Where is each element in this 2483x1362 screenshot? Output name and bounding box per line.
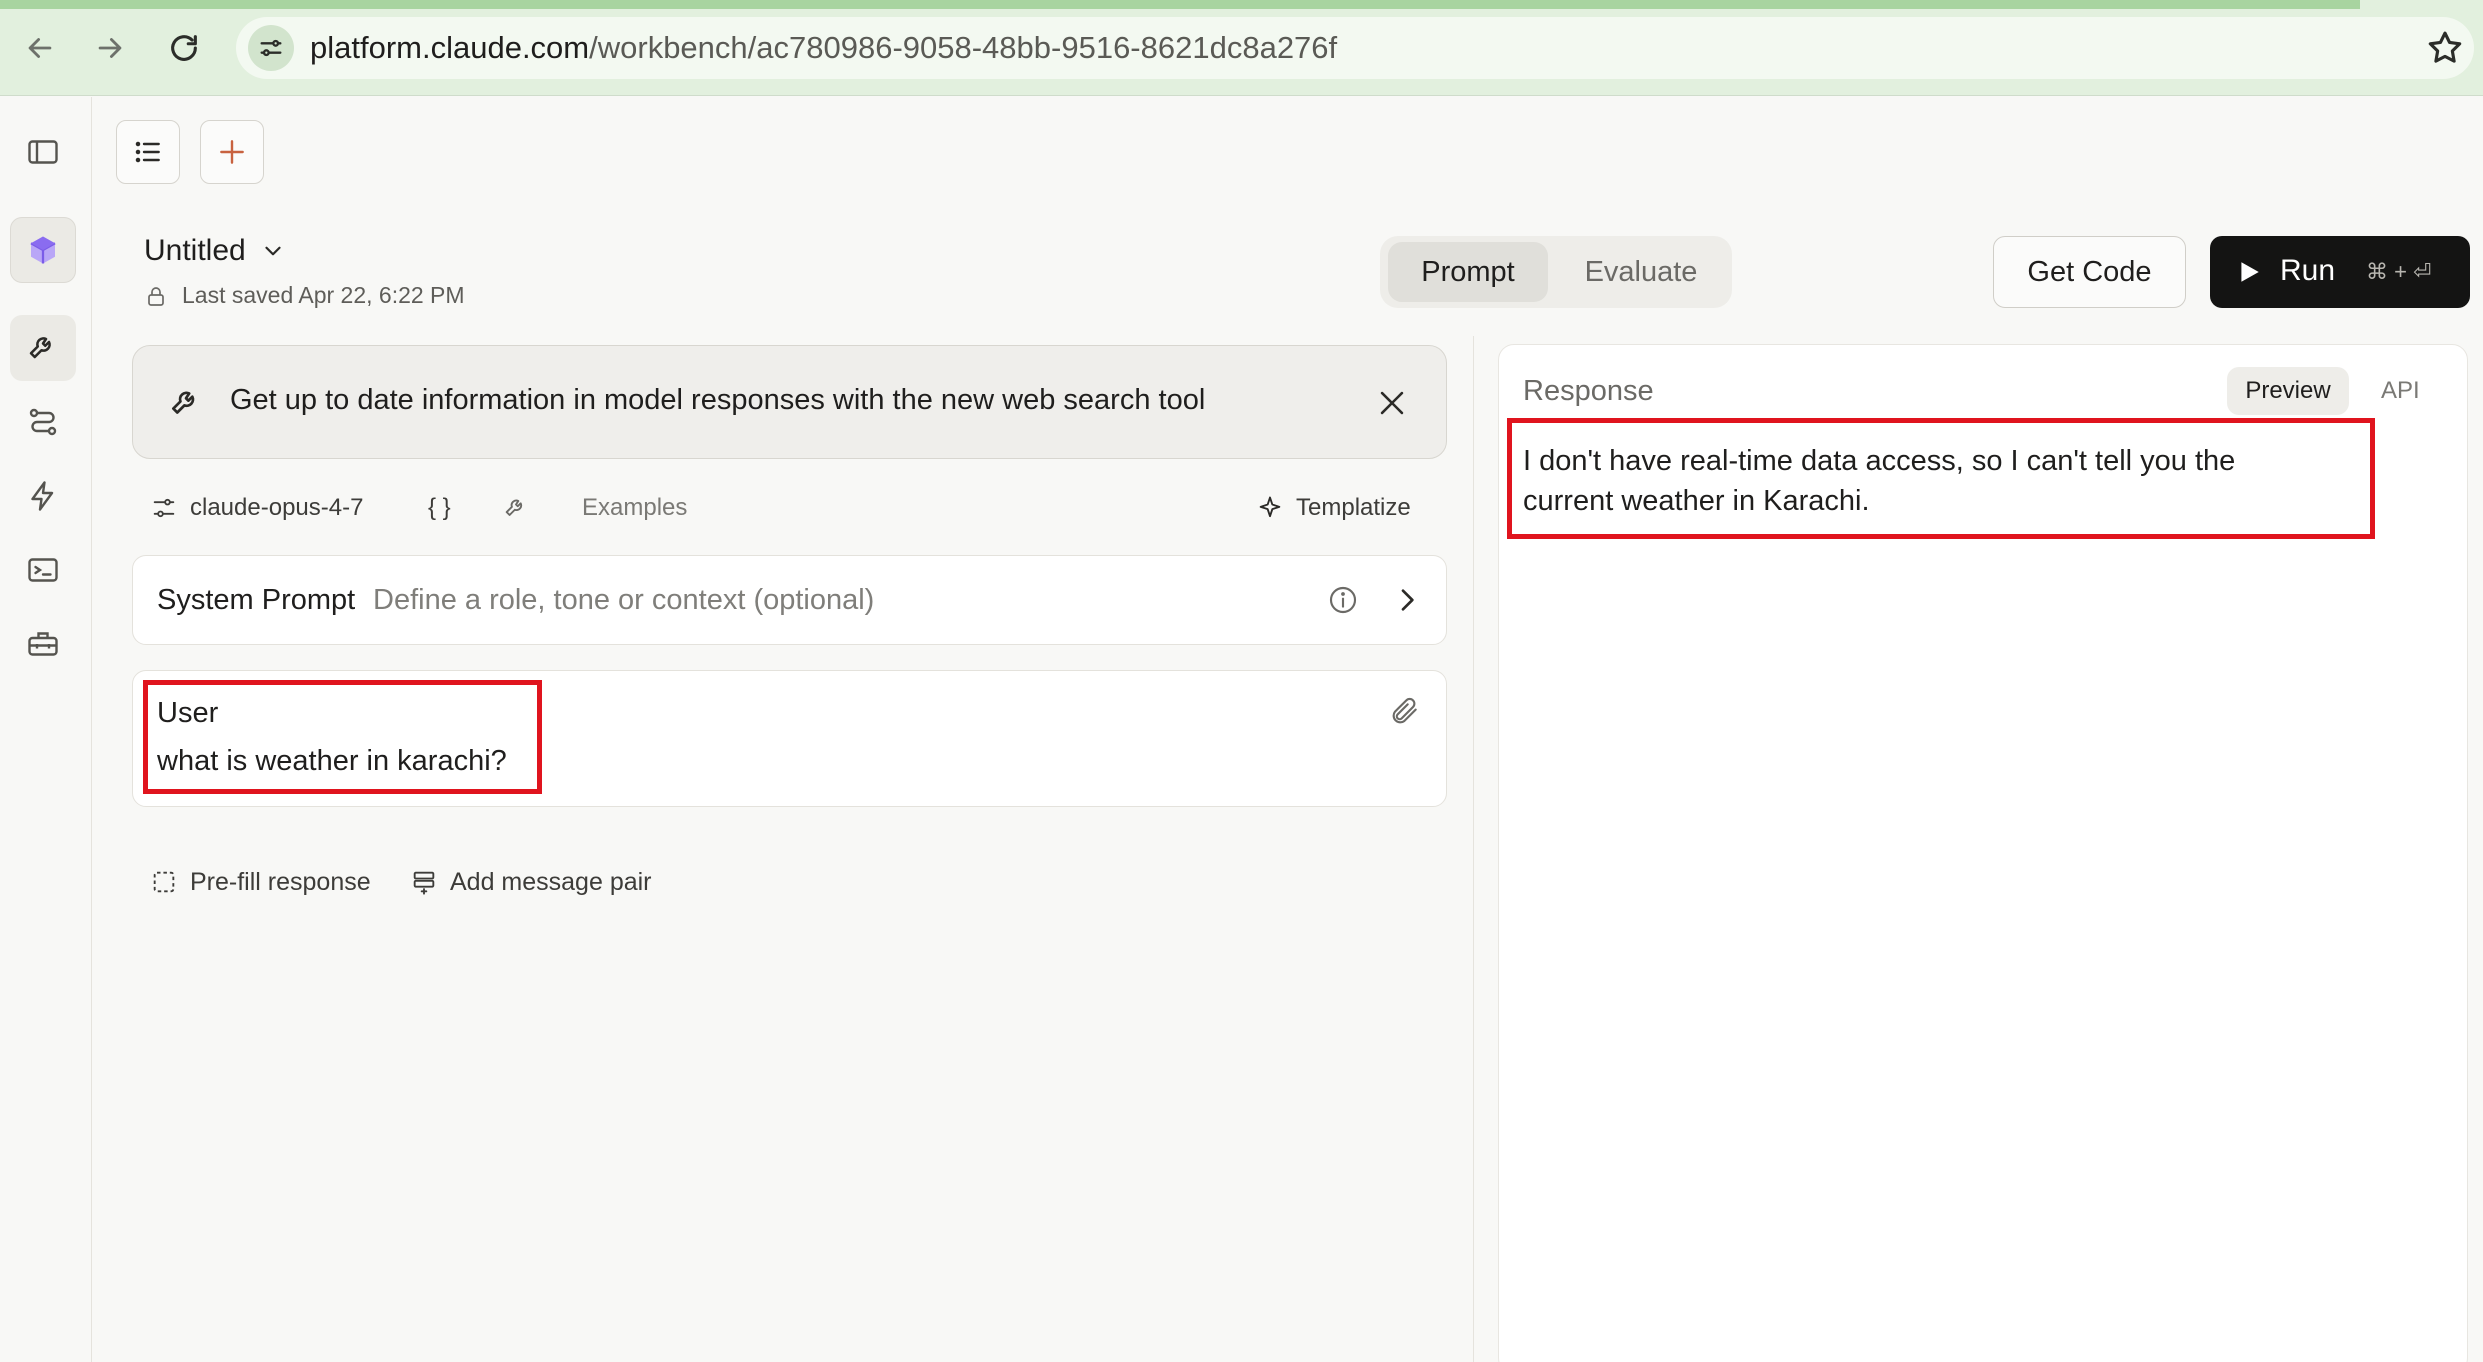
wrench-icon (29, 337, 51, 359)
url-path: /workbench/ac780986-9058-48bb-9516-8621d… (589, 30, 1338, 65)
examples-button[interactable]: Examples (582, 490, 687, 526)
model-name: claude-opus-4-7 (190, 494, 364, 521)
url-host: platform.claude.com (310, 30, 590, 65)
cube-icon (30, 236, 56, 264)
terminal-icon (28, 558, 58, 582)
rail-evaluations-button[interactable] (10, 389, 76, 455)
rail-workbench-button[interactable] (10, 315, 76, 381)
panel-divider[interactable] (1473, 336, 1474, 1362)
sliders-icon (153, 498, 175, 518)
bolt-icon (31, 481, 54, 511)
prompt-list-button[interactable] (116, 120, 180, 184)
run-button[interactable]: Run ⌘ + ⏎ (2210, 236, 2470, 308)
route-icon (29, 408, 57, 436)
sparkle-icon (1259, 496, 1281, 518)
new-prompt-button[interactable] (200, 120, 264, 184)
sidebar-icon (28, 140, 58, 164)
sidebar-toggle-button[interactable] (10, 119, 76, 185)
tab-evaluate[interactable]: Evaluate (1558, 242, 1724, 302)
mode-tabs: Prompt Evaluate (1380, 236, 1732, 308)
tools-button[interactable] (502, 490, 530, 526)
tab-prompt[interactable]: Prompt (1388, 242, 1548, 302)
highlight-box-response (1507, 418, 2375, 539)
arrow-left-icon (28, 38, 52, 58)
close-icon[interactable] (1375, 386, 1409, 420)
wrench-icon (505, 499, 523, 516)
url-text[interactable]: platform.claude.com/workbench/ac780986-9… (310, 30, 1337, 66)
chevron-right-icon[interactable] (1391, 584, 1423, 616)
play-icon (2241, 262, 2259, 282)
bookmark-star-icon[interactable] (2424, 27, 2466, 69)
rail-usage-button[interactable] (10, 463, 76, 529)
response-heading: Response (1523, 375, 1654, 407)
prefill-label: Pre-fill response (190, 867, 371, 896)
prompt-toolbar: claude-opus-4-7 { } Examples Templatize (150, 490, 1430, 526)
reload-button[interactable] (160, 24, 208, 72)
run-shortcut: ⌘ + ⏎ (2366, 259, 2432, 284)
tab-preview[interactable]: Preview (2227, 367, 2349, 415)
rail-toolbox-button[interactable] (10, 611, 76, 677)
model-selector[interactable]: claude-opus-4-7 (150, 490, 363, 526)
system-prompt-field[interactable]: System Prompt Define a role, tone or con… (132, 555, 1447, 645)
prompt-title: Untitled (144, 234, 246, 267)
wrench-icon (171, 391, 195, 414)
system-prompt-label: System Prompt (157, 584, 356, 616)
lock-icon (148, 286, 164, 306)
chevron-down-icon (265, 246, 281, 256)
add-message-pair-button[interactable]: Add message pair (410, 864, 652, 900)
paperclip-icon[interactable] (1389, 695, 1421, 727)
prompt-title-dropdown[interactable]: Untitled (144, 234, 286, 268)
arrow-right-icon (98, 38, 122, 58)
last-saved-text: Last saved Apr 22, 6:22 PM (182, 282, 465, 308)
templatize-label: Templatize (1296, 494, 1411, 521)
tune-icon (260, 39, 282, 57)
rail-console-button[interactable] (10, 537, 76, 603)
prefill-response-button[interactable]: Pre-fill response (150, 864, 371, 900)
run-label: Run (2280, 254, 2336, 287)
tab-api[interactable]: API (2381, 367, 2420, 415)
get-code-button[interactable]: Get Code (1993, 236, 2186, 308)
web-search-banner: Get up to date information in model resp… (132, 345, 1447, 459)
highlight-box-user-message (143, 680, 542, 794)
variables-button[interactable]: { } (428, 490, 451, 526)
plus-icon (220, 140, 244, 164)
banner-message: Get up to date information in model resp… (230, 384, 1206, 416)
system-prompt-placeholder: Define a role, tone or context (optional… (373, 584, 875, 616)
address-bar[interactable]: platform.claude.com/workbench/ac780986-9… (236, 17, 2474, 79)
reload-icon (171, 35, 197, 61)
toolbox-icon (28, 632, 58, 656)
dashed-square-icon (153, 871, 175, 893)
templatize-button[interactable]: Templatize (1256, 490, 1411, 526)
site-info-button[interactable] (248, 25, 294, 71)
info-icon[interactable] (1327, 584, 1359, 616)
examples-label: Examples (582, 494, 688, 521)
message-pair-icon (413, 871, 435, 895)
page-load-progress (0, 0, 2360, 9)
variables-braces: { } (428, 494, 451, 521)
left-rail (0, 97, 92, 1362)
save-status: Last saved Apr 22, 6:22 PM (144, 282, 465, 309)
add-pair-label: Add message pair (450, 867, 652, 896)
browser-toolbar: platform.claude.com/workbench/ac780986-9… (0, 0, 2483, 96)
list-icon (135, 141, 160, 163)
back-button[interactable] (16, 24, 64, 72)
forward-button[interactable] (86, 24, 134, 72)
rail-workspace-button[interactable] (10, 217, 76, 283)
